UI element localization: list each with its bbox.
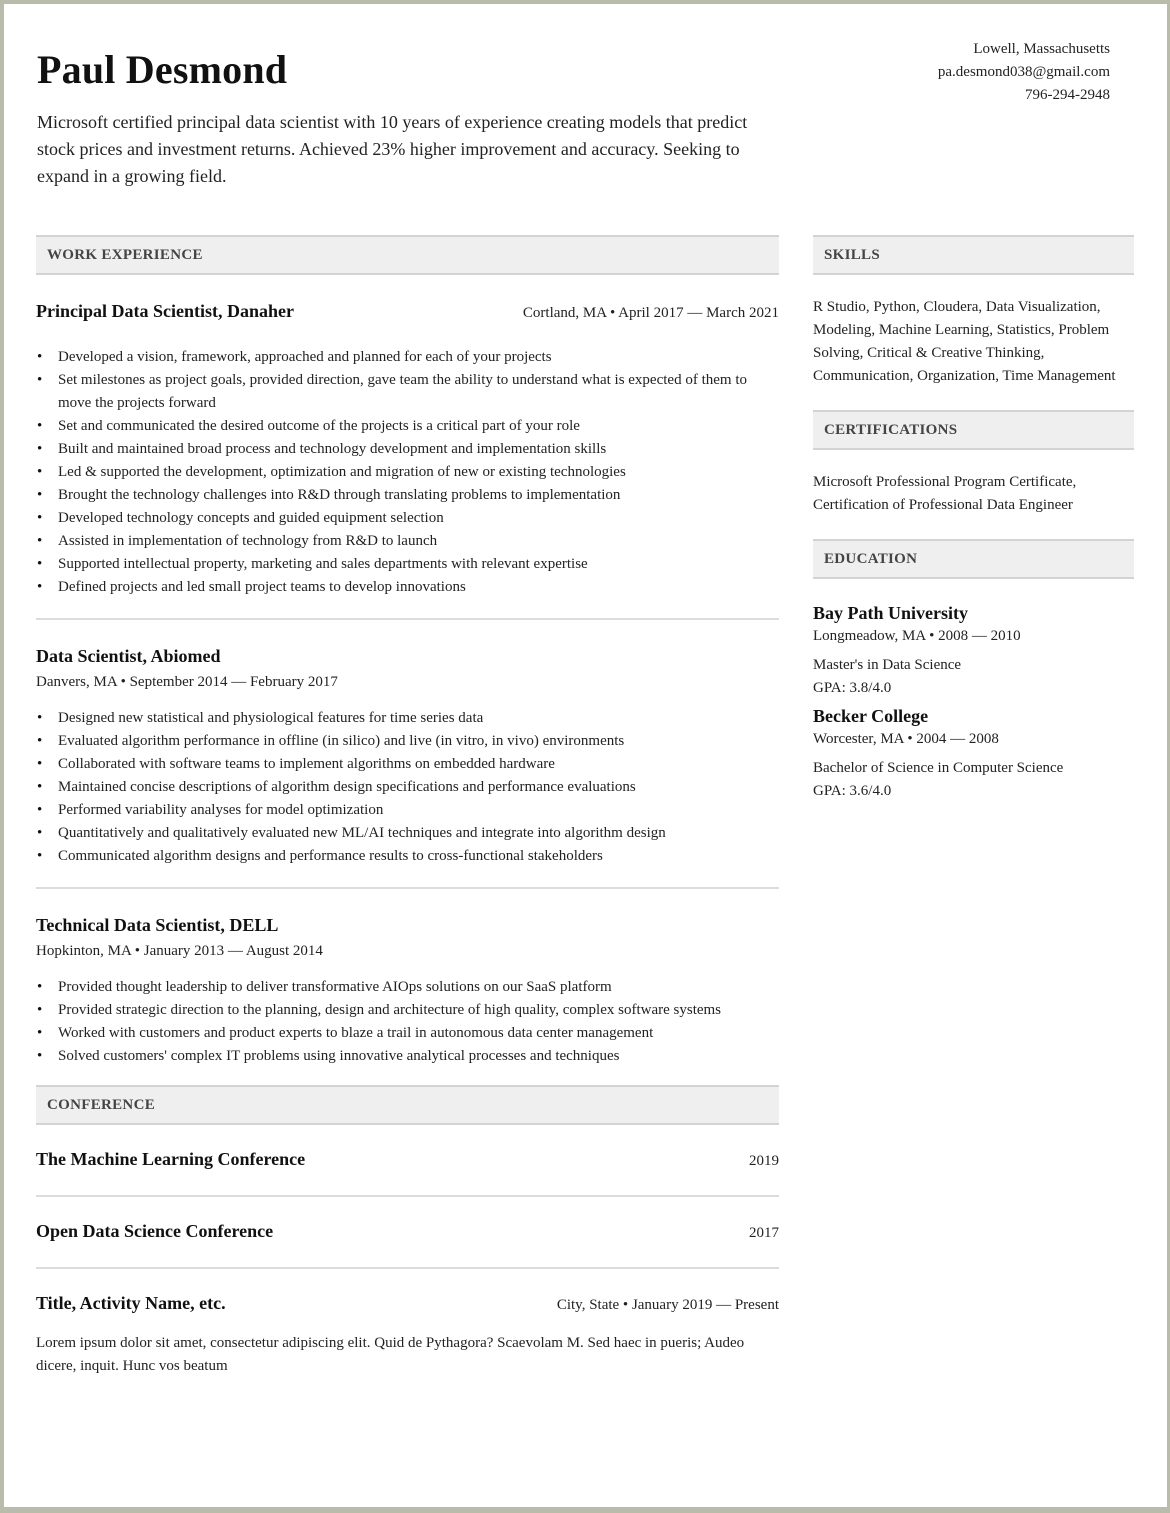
left-column: WORK EXPERIENCE Principal Data Scientist… bbox=[36, 235, 779, 1378]
bullet-item: Defined projects and led small project t… bbox=[36, 576, 779, 599]
job-bullets: Provided thought leadership to deliver t… bbox=[36, 976, 779, 1068]
job-title: Data Scientist, Abiomed bbox=[36, 646, 221, 666]
section-heading-conference: CONFERENCE bbox=[36, 1085, 779, 1125]
conference-year: 2019 bbox=[749, 1153, 779, 1169]
activity-meta: City, State • January 2019 — Present bbox=[556, 1297, 779, 1313]
conference-item: Open Data Science Conference 2017 bbox=[36, 1221, 779, 1245]
section-heading-skills: SKILLS bbox=[813, 235, 1134, 275]
section-divider bbox=[36, 618, 779, 620]
certifications-text: Microsoft Professional Program Certifica… bbox=[813, 474, 1077, 513]
bullet-item: Collaborated with software teams to impl… bbox=[36, 753, 779, 776]
school-degree: Bachelor of Science in Computer Science bbox=[813, 760, 1064, 776]
bullet-item: Quantitatively and qualitatively evaluat… bbox=[36, 822, 779, 845]
school-name: Bay Path University bbox=[813, 603, 968, 623]
job-bullets: Designed new statistical and physiologic… bbox=[36, 707, 779, 868]
bullet-item: Provided thought leadership to deliver t… bbox=[36, 976, 779, 999]
bullet-item: Built and maintained broad process and t… bbox=[36, 438, 779, 461]
job-title: Principal Data Scientist, Danaher bbox=[36, 301, 294, 321]
contact-location: Lowell, Massachusetts bbox=[973, 41, 1110, 57]
bullet-item: Led & supported the development, optimiz… bbox=[36, 461, 779, 484]
bullet-item: Performed variability analyses for model… bbox=[36, 799, 779, 822]
section-heading-education: EDUCATION bbox=[813, 539, 1134, 579]
bullet-item: Assisted in implementation of technology… bbox=[36, 530, 779, 553]
bullet-item: Developed a vision, framework, approache… bbox=[36, 346, 779, 369]
school-name: Becker College bbox=[813, 706, 929, 726]
conference-item: The Machine Learning Conference 2019 bbox=[36, 1149, 779, 1173]
conference-divider bbox=[36, 1267, 779, 1269]
bullet-item: Evaluated algorithm performance in offli… bbox=[36, 730, 779, 753]
job-meta: Hopkinton, MA • January 2013 — August 20… bbox=[36, 943, 323, 959]
bullet-item: Set milestones as project goals, provide… bbox=[36, 369, 779, 415]
bullet-item: Provided strategic direction to the plan… bbox=[36, 999, 779, 1022]
school-gpa: GPA: 3.8/4.0 bbox=[813, 680, 892, 696]
conference-divider bbox=[36, 1195, 779, 1197]
education-entry: Bay Path University Longmeadow, MA • 200… bbox=[813, 603, 1134, 700]
candidate-name: Paul Desmond bbox=[37, 47, 288, 92]
activity-description: Lorem ipsum dolor sit amet, consectetur … bbox=[36, 1335, 745, 1374]
bullet-item: Supported intellectual property, marketi… bbox=[36, 553, 779, 576]
school-meta: Longmeadow, MA • 2008 — 2010 bbox=[813, 628, 1021, 644]
section-divider bbox=[36, 887, 779, 889]
bullet-item: Developed technology concepts and guided… bbox=[36, 507, 779, 530]
job-bullets: Developed a vision, framework, approache… bbox=[36, 346, 779, 599]
job-entry: Principal Data Scientist, Danaher Cortla… bbox=[36, 301, 779, 599]
bullet-item: Solved customers' complex IT problems us… bbox=[36, 1045, 779, 1068]
bullet-item: Maintained concise descriptions of algor… bbox=[36, 776, 779, 799]
section-heading-work-experience: WORK EXPERIENCE bbox=[36, 235, 779, 275]
bullet-item: Designed new statistical and physiologic… bbox=[36, 707, 779, 730]
skills-text: R Studio, Python, Cloudera, Data Visuali… bbox=[813, 299, 1116, 384]
contact-phone: 796-294-2948 bbox=[1025, 87, 1110, 103]
conference-title: Open Data Science Conference bbox=[36, 1221, 274, 1241]
school-degree: Master's in Data Science bbox=[813, 657, 962, 673]
school-gpa: GPA: 3.6/4.0 bbox=[813, 783, 892, 799]
contact-email[interactable]: pa.desmond038@gmail.com bbox=[938, 61, 1110, 84]
bullet-item: Communicated algorithm designs and perfo… bbox=[36, 845, 779, 868]
resume-page: Paul Desmond Lowell, Massachusetts pa.de… bbox=[4, 4, 1167, 1507]
job-entry: Technical Data Scientist, DELL Hopkinton… bbox=[36, 915, 779, 1068]
contact-block: Lowell, Massachusetts pa.desmond038@gmai… bbox=[938, 38, 1110, 107]
bullet-item: Set and communicated the desired outcome… bbox=[36, 415, 779, 438]
right-column: SKILLS R Studio, Python, Cloudera, Data … bbox=[813, 235, 1134, 803]
bullet-item: Brought the technology challenges into R… bbox=[36, 484, 779, 507]
conference-title: The Machine Learning Conference bbox=[36, 1149, 306, 1169]
professional-summary: Microsoft certified principal data scien… bbox=[37, 112, 748, 186]
section-heading-certifications: CERTIFICATIONS bbox=[813, 410, 1134, 450]
activity-title: Title, Activity Name, etc. bbox=[36, 1293, 226, 1313]
bullet-item: Worked with customers and product expert… bbox=[36, 1022, 779, 1045]
job-title: Technical Data Scientist, DELL bbox=[36, 915, 279, 935]
education-entry: Becker College Worcester, MA • 2004 — 20… bbox=[813, 706, 1134, 803]
job-meta: Cortland, MA • April 2017 — March 2021 bbox=[522, 305, 779, 321]
job-meta: Danvers, MA • September 2014 — February … bbox=[36, 674, 338, 690]
job-entry: Data Scientist, Abiomed Danvers, MA • Se… bbox=[36, 646, 779, 868]
activity-item: Title, Activity Name, etc. City, State •… bbox=[36, 1293, 779, 1314]
school-meta: Worcester, MA • 2004 — 2008 bbox=[813, 731, 999, 747]
conference-year: 2017 bbox=[749, 1225, 779, 1241]
